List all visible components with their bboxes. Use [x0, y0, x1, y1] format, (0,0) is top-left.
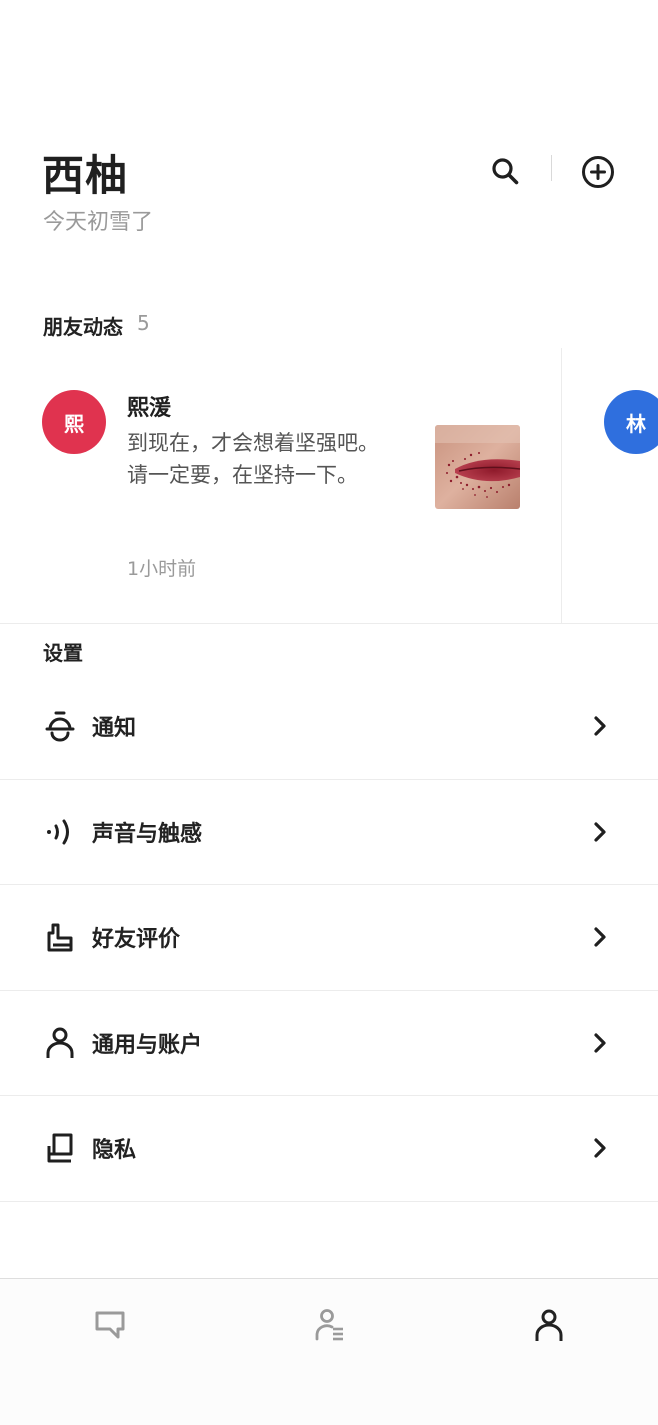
- post-time: 1小时前: [127, 558, 197, 580]
- tab-contacts[interactable]: [310, 1305, 350, 1345]
- settings-item-sound[interactable]: 声音与触感: [0, 780, 658, 885]
- post-text-line: 请一定要，在坚持一下。: [127, 463, 358, 487]
- friends-count: 5: [137, 311, 150, 335]
- settings-item-account[interactable]: 通用与账户: [0, 991, 658, 1096]
- friend-name: 熙湲: [127, 396, 172, 421]
- chevron-right-icon: [594, 822, 606, 842]
- feed-card[interactable]: 熙 熙湲 到现在，才会想着坚强吧。 请一定要，在坚持一下。 1小时前: [0, 348, 562, 624]
- settings-item-label: 通知: [92, 716, 137, 742]
- post-text-line: 到现在，才会想着坚强吧。: [127, 431, 379, 455]
- divider: [0, 623, 658, 624]
- chevron-right-icon: [594, 927, 606, 947]
- settings-item-label: 声音与触感: [92, 821, 203, 847]
- settings-item-label: 通用与账户: [92, 1032, 203, 1058]
- contacts-icon: [315, 1309, 343, 1341]
- chat-icon: [95, 1311, 125, 1339]
- person-icon: [46, 1027, 74, 1058]
- header: 西柚 今天初雪了: [0, 0, 658, 260]
- lips-photo-image: [435, 425, 520, 509]
- chevron-right-icon: [594, 716, 606, 736]
- search-button[interactable]: [484, 150, 526, 192]
- chevron-right-icon: [594, 1033, 606, 1053]
- settings-item-notifications[interactable]: 通知: [0, 674, 658, 780]
- search-icon: [492, 158, 519, 185]
- add-button[interactable]: [576, 150, 620, 194]
- post-text: 到现在，才会想着坚强吧。 请一定要，在坚持一下。: [127, 427, 417, 491]
- settings-item-privacy[interactable]: 隐私: [0, 1096, 658, 1202]
- status-subtitle: 今天初雪了: [43, 210, 154, 235]
- settings-item-label: 隐私: [92, 1138, 137, 1164]
- header-divider: [551, 155, 552, 181]
- bottom-tab-bar: [0, 1278, 658, 1425]
- chevron-right-icon: [594, 1138, 606, 1158]
- post-thumbnail[interactable]: [435, 425, 520, 509]
- settings-item-label: 好友评价: [92, 927, 181, 953]
- add-circle-icon: [582, 156, 614, 188]
- friends-feed[interactable]: 熙 熙湲 到现在，才会想着坚强吧。 请一定要，在坚持一下。 1小时前 林: [0, 348, 658, 624]
- avatar[interactable]: 熙: [42, 390, 106, 454]
- avatar[interactable]: 林: [604, 390, 658, 454]
- profile-icon: [535, 1309, 563, 1341]
- page-title: 西柚: [42, 151, 129, 200]
- tab-messages[interactable]: [90, 1305, 130, 1345]
- tab-profile[interactable]: [529, 1305, 569, 1345]
- privacy-icon: [47, 1133, 73, 1163]
- friends-section-title: 朋友动态: [43, 315, 123, 339]
- thumbs-up-icon: [47, 923, 73, 952]
- sound-wave-icon: [47, 819, 69, 845]
- settings-item-friend-reviews[interactable]: 好友评价: [0, 885, 658, 991]
- settings-list: 通知 声音与触感 好友评价 通用与账户 隐私: [0, 674, 658, 1202]
- settings-section-title: 设置: [43, 641, 83, 665]
- bell-icon: [45, 711, 75, 742]
